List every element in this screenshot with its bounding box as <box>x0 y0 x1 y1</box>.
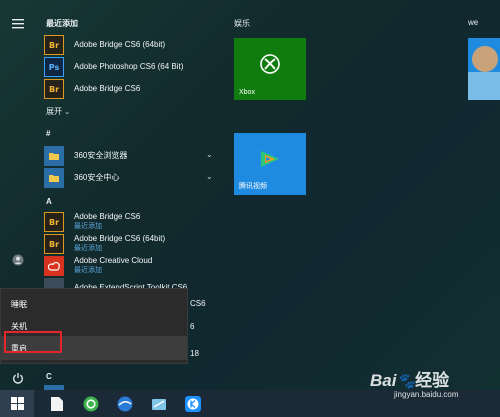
section-header-a: A <box>46 197 52 206</box>
app-item-bridge-64[interactable]: Br Adobe Bridge CS6 (64bit) <box>44 34 224 56</box>
xbox-tile[interactable]: Xbox <box>234 38 306 100</box>
baidu-jingyan-watermark: Bai🐾经验 jingyan.baidu.com <box>366 364 496 408</box>
xbox-icon <box>260 54 280 74</box>
folder-icon <box>44 168 64 188</box>
restart-highlight-box <box>4 331 62 353</box>
tencent-video-tile[interactable]: 腾讯视频 <box>234 133 306 195</box>
section-header-c: C <box>46 372 52 381</box>
recently-added-header: 最近添加 <box>46 19 78 28</box>
recently-added-tag: 最近添加 <box>74 245 102 252</box>
section-header-hash: # <box>46 129 51 138</box>
taskbar-k-button[interactable] <box>176 390 210 417</box>
bridge-icon: Br <box>44 35 64 55</box>
user-icon <box>12 254 24 266</box>
tile-label: Xbox <box>239 89 255 96</box>
paw-icon: 🐾 <box>396 373 416 390</box>
windows-icon <box>10 397 24 410</box>
app-label: 360安全中心 <box>74 173 120 182</box>
bridge-icon: Br <box>44 79 64 99</box>
app-label: Adobe Creative Cloud <box>74 256 153 265</box>
document-icon <box>51 396 63 411</box>
app-label: Adobe Bridge CS6 (64bit) <box>74 40 166 49</box>
app-label: Adobe Bridge CS6 <box>74 212 141 221</box>
watermark-brand: Bai🐾经验 <box>370 371 450 390</box>
tile-group-entertainment: 娱乐 <box>234 19 250 28</box>
app-label-partial: 18 <box>190 349 199 358</box>
taskbar-browser-button[interactable] <box>108 390 142 417</box>
recently-added-tag: 最近添加 <box>74 223 102 230</box>
recently-added-tag: 最近添加 <box>74 267 102 274</box>
taskbar-360-button[interactable] <box>74 390 108 417</box>
app-label: Adobe Photoshop CS6 (64 Bit) <box>74 62 184 71</box>
taskbar-file-button[interactable] <box>40 390 74 417</box>
chevron-down-icon[interactable]: ⌄ <box>206 172 213 181</box>
shutdown-label: 关机 <box>11 321 27 331</box>
app-label-partial: CS6 <box>190 299 206 308</box>
app-item-360-browser[interactable]: 360安全浏览器 <box>44 145 224 167</box>
tile-label: 腾讯视频 <box>239 183 267 190</box>
taskbar-notes-button[interactable] <box>142 390 176 417</box>
notes-icon <box>152 398 166 410</box>
app-label-partial: 6 <box>190 322 195 331</box>
folder-icon <box>44 146 64 166</box>
sleep-option[interactable]: 睡眠 <box>1 292 187 316</box>
expand-label: 展开 <box>46 107 62 116</box>
expand-button[interactable]: 展开 ⌄ <box>46 106 70 117</box>
chevron-down-icon[interactable]: ⌄ <box>206 150 213 159</box>
app-item-photoshop-64[interactable]: Ps Adobe Photoshop CS6 (64 Bit) <box>44 56 224 78</box>
app-item-creative-cloud[interactable]: Adobe Creative Cloud 最近添加 <box>44 255 224 277</box>
start-button[interactable] <box>0 390 34 417</box>
bridge-icon: Br <box>44 234 64 254</box>
browser-icon <box>117 396 133 411</box>
photo-thumbnail <box>472 46 498 72</box>
tencent-video-icon <box>261 151 279 167</box>
tile-group-we: we <box>468 18 479 27</box>
watermark-url: jingyan.baidu.com <box>394 390 459 399</box>
photo-thumbnail-lower <box>468 72 500 100</box>
app-item-bridge-cs6-64[interactable]: Br Adobe Bridge CS6 (64bit) 最近添加 <box>44 233 224 255</box>
creative-cloud-icon <box>44 256 64 276</box>
app-item-360-center[interactable]: 360安全中心 <box>44 167 224 189</box>
photoshop-icon: Ps <box>44 57 64 77</box>
user-account-button[interactable] <box>0 246 36 274</box>
photos-tile[interactable] <box>468 38 500 100</box>
power-icon <box>13 373 23 384</box>
chevron-down-icon: ⌄ <box>64 109 71 116</box>
app-label: 360安全浏览器 <box>74 151 128 160</box>
app-label: Adobe Bridge CS6 (64bit) <box>74 234 166 243</box>
360-icon <box>83 396 99 411</box>
bridge-icon: Br <box>44 212 64 232</box>
k-app-icon <box>185 395 201 412</box>
app-item-bridge-cs6[interactable]: Br Adobe Bridge CS6 最近添加 <box>44 211 224 233</box>
app-label: Adobe Bridge CS6 <box>74 84 141 93</box>
power-button[interactable] <box>0 364 36 392</box>
app-item-bridge[interactable]: Br Adobe Bridge CS6 <box>44 78 224 100</box>
hamburger-icon <box>12 19 24 29</box>
hamburger-menu-button[interactable] <box>0 10 36 38</box>
sleep-label: 睡眠 <box>11 299 27 309</box>
